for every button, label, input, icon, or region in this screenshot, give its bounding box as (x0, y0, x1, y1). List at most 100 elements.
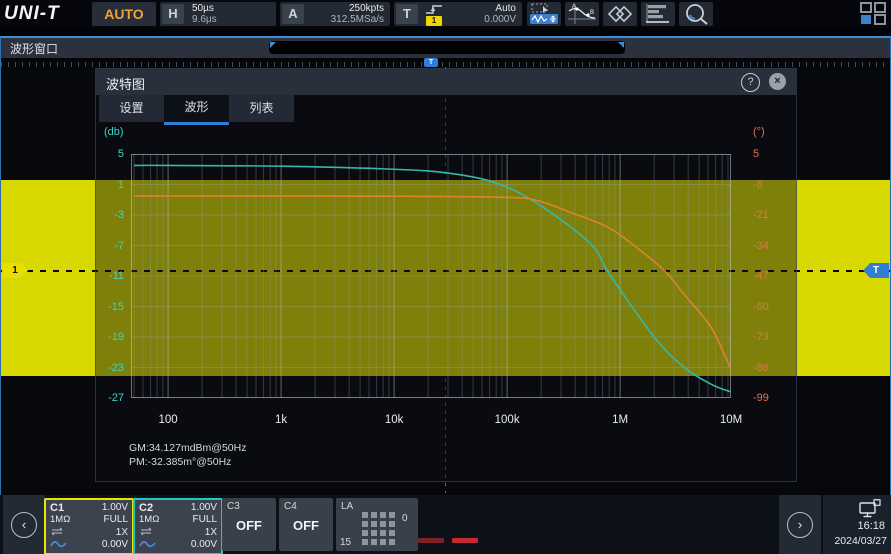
trigger-edge-icon (424, 3, 444, 15)
trigger-mode: Auto (444, 3, 516, 14)
left-tick: -3 (96, 208, 124, 222)
chevron-right-icon: › (787, 512, 813, 538)
display-layout-button[interactable] (857, 1, 889, 27)
la-bit-square (371, 539, 377, 545)
dc-coupling-icon (50, 527, 98, 539)
chevron-left-icon: ‹ (11, 512, 37, 538)
horizontal-key: H (162, 4, 184, 24)
statistics-button[interactable] (641, 2, 675, 26)
right-tick: -34 (753, 239, 795, 253)
trigger-position-marker[interactable]: T (424, 58, 438, 67)
histogram-icon (643, 3, 673, 25)
search-icon (682, 2, 710, 26)
date-display: 2024/03/27 (834, 535, 887, 547)
ch1-name: C1 (50, 502, 98, 514)
ch1-atten: 1X (102, 527, 128, 539)
la-bit-square (380, 521, 386, 527)
la-bit-square (371, 530, 377, 536)
gain_db-curve (134, 165, 731, 392)
trigger-settings-button[interactable]: T 1 Auto 0.000V (394, 2, 522, 26)
channel1-tile[interactable]: C1 1.00V 1MΩ FULL 1X 0.00V (44, 498, 134, 554)
scroll-right-button[interactable]: › (779, 495, 821, 554)
phase-margin-readout: PM:-32.385m°@50Hz (129, 456, 231, 468)
horizontal-settings-button[interactable]: H 50µs 9.6µs (160, 2, 276, 26)
acquire-settings-button[interactable]: A 250kpts 312.5MSa/s (280, 2, 390, 26)
right-tick: -99 (753, 391, 795, 405)
acquire-key: A (282, 4, 304, 24)
right-tick: -8 (753, 178, 795, 192)
left-tick: -7 (96, 239, 124, 253)
la-bit-square (380, 530, 386, 536)
memory-depth: 250kpts (304, 3, 384, 14)
window-titlebar: 波形窗口 (1, 38, 890, 58)
logic-analyzer-tile[interactable]: LA 0 15 (336, 498, 418, 551)
bottom-bar: ‹ C1 1.00V 1MΩ FULL 1X 0.00V C2 1.0 (0, 495, 891, 554)
trigger-key: T (396, 4, 418, 24)
cursor-measure-button[interactable]: AB (565, 2, 599, 26)
sine-wave-icon (139, 539, 187, 551)
dc-coupling-icon (139, 527, 187, 539)
ch2-scale: 1.00V (191, 502, 217, 514)
brand-logo: UNI-T (4, 2, 88, 26)
la-bit-square (371, 512, 377, 518)
channel3-tile[interactable]: C3 OFF (222, 498, 276, 551)
help-button[interactable]: ? (741, 73, 760, 92)
close-icon[interactable]: × (769, 73, 786, 90)
right-axis-unit: (°) (753, 126, 765, 138)
waveform-select-icon (529, 3, 559, 25)
x-tick: 100 (146, 414, 190, 426)
ch2-atten: 1X (191, 527, 217, 539)
horizontal-ruler: T (1, 58, 890, 67)
run-state-button[interactable]: AUTO (92, 2, 156, 26)
ch1-offset: 0.00V (102, 539, 128, 551)
la-bit-square (389, 521, 395, 527)
left-tick: 5 (96, 147, 124, 161)
ch3-name: C3 (227, 501, 240, 512)
left-tick: -27 (96, 391, 124, 405)
tab-settings[interactable]: 设置 (99, 95, 164, 122)
la-bit-square (389, 539, 395, 545)
left-tick: -15 (96, 300, 124, 314)
svg-text:A: A (572, 4, 576, 10)
dialog-header[interactable]: 波特图 ? × (96, 69, 796, 95)
left-tick: -11 (96, 269, 124, 283)
sample-rate: 312.5MSa/s (304, 14, 384, 25)
left-tick: 1 (96, 178, 124, 192)
x-tick: 100k (485, 414, 529, 426)
ch1-bandwidth: FULL (102, 514, 128, 526)
tab-list[interactable]: 列表 (229, 95, 294, 122)
svg-text:B: B (590, 10, 594, 16)
usb-monitor-icon (859, 499, 883, 519)
waveform-select-button[interactable] (527, 2, 561, 26)
xy-mode-button[interactable] (603, 2, 637, 26)
ch1-impedance: 1MΩ (50, 514, 98, 526)
channel4-tile[interactable]: C4 OFF (279, 498, 333, 551)
la-name: LA (341, 501, 353, 512)
la-bit-square (389, 530, 395, 536)
la-channel-grid-icon (362, 512, 395, 545)
search-button[interactable] (679, 2, 713, 26)
ch2-offset: 0.00V (191, 539, 217, 551)
x-tick: 1M (598, 414, 642, 426)
la-bit-square (362, 539, 368, 545)
right-tick: -21 (753, 208, 795, 222)
scroll-left-button[interactable]: ‹ (3, 495, 45, 554)
right-tick: -47 (753, 269, 795, 283)
ch1-scale: 1.00V (102, 502, 128, 514)
channel2-tile[interactable]: C2 1.00V 1MΩ FULL 1X 0.00V (133, 498, 223, 554)
ch4-state: OFF (279, 518, 333, 533)
tab-waveform[interactable]: 波形 (164, 95, 229, 125)
ch2-name: C2 (139, 502, 187, 514)
digital-activity-dash (452, 538, 478, 543)
trigger-level: 0.000V (444, 14, 516, 25)
x-tick: 10M (709, 414, 753, 426)
ch2-impedance: 1MΩ (139, 514, 187, 526)
bode-plot-dialog: 波特图 ? × 设置 波形 列表 (db) (°) 51-3-7-11-15-1… (95, 68, 797, 482)
system-clock-tile[interactable]: 16:18 2024/03/27 (823, 495, 891, 554)
left-axis-unit: (db) (104, 126, 124, 138)
memory-position-indicator[interactable] (269, 41, 625, 54)
bode-plot-area[interactable] (131, 154, 731, 398)
x-tick: 10k (372, 414, 416, 426)
ch4-name: C4 (284, 501, 297, 512)
left-tick: -23 (96, 361, 124, 375)
